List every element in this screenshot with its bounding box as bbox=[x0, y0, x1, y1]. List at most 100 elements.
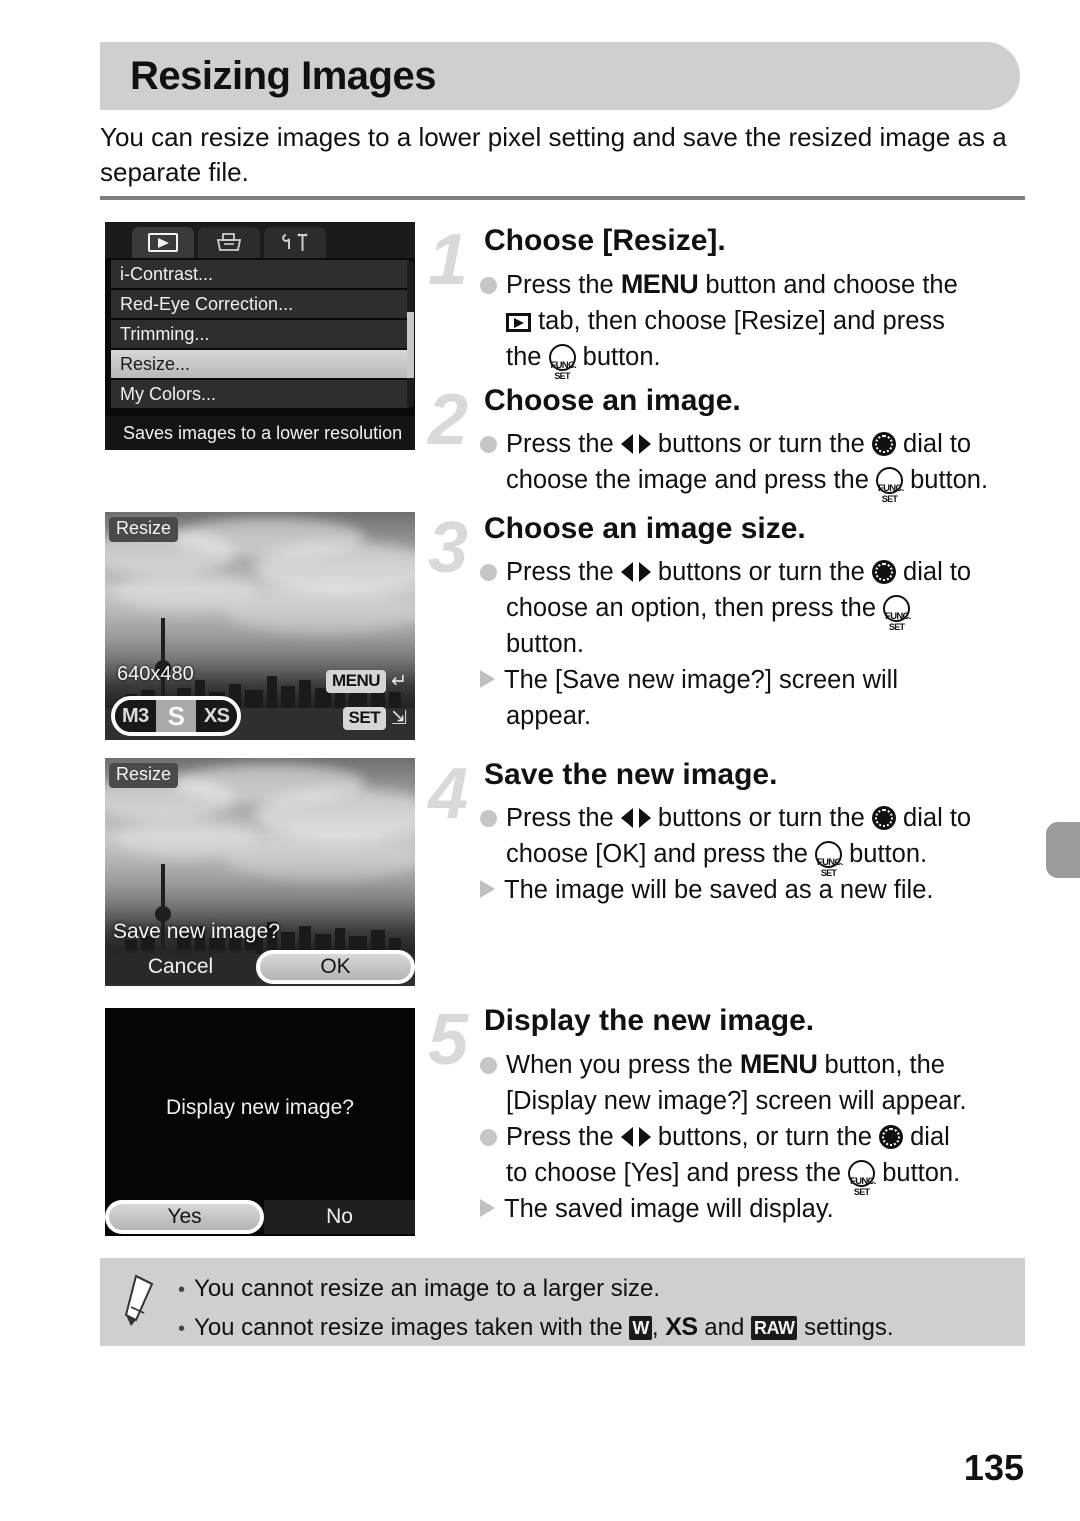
playback-tab[interactable] bbox=[132, 227, 194, 258]
play-icon bbox=[148, 233, 178, 252]
set-hint-badge: SET ⇲ bbox=[342, 707, 407, 730]
step-number-4: 4 bbox=[428, 754, 469, 834]
settings-tab[interactable] bbox=[264, 227, 326, 258]
chapter-thumb-tab bbox=[1046, 822, 1080, 878]
func-set-button-icon: FUNC. SET bbox=[815, 841, 843, 878]
camera-screen-menu: i-Contrast... Red-Eye Correction... Trim… bbox=[105, 222, 415, 450]
bullet-dot-icon bbox=[480, 810, 497, 827]
step-line: choose the image and press the FUNC. SET … bbox=[506, 466, 989, 504]
step-number-5: 5 bbox=[428, 1000, 469, 1080]
bullet-triangle-icon bbox=[480, 880, 495, 898]
step-body-5: When you press the MENU button, the [Disp… bbox=[480, 1046, 967, 1227]
return-arrow-icon: ↵ bbox=[391, 671, 407, 692]
step-heading-3: Choose an image size. bbox=[484, 512, 806, 545]
resize-badge: Resize bbox=[109, 763, 179, 788]
save-question: Save new image? bbox=[113, 920, 280, 943]
step-line: The image will be saved as a new file. bbox=[480, 872, 971, 908]
step-body-4: Press the buttons or turn the dial to cho… bbox=[480, 800, 971, 908]
size-option-s[interactable]: S bbox=[155, 700, 197, 732]
xs-setting-icon: XS bbox=[665, 1313, 698, 1341]
page-number: 135 bbox=[963, 1447, 1024, 1488]
save-dialog: Save new image? Cancel OK bbox=[105, 920, 415, 986]
func-set-button-icon: FUNC. SET bbox=[848, 1160, 876, 1197]
menu-item-my-colors[interactable]: My Colors... bbox=[111, 380, 409, 408]
step-body-1: Press the MENU button and choose the tab… bbox=[480, 266, 958, 381]
step-line: tab, then choose [Resize] and press bbox=[480, 303, 958, 339]
size-option-m3[interactable]: M3 bbox=[115, 700, 156, 732]
wrench-hammer-icon bbox=[282, 233, 308, 251]
menu-item-resize[interactable]: Resize... bbox=[111, 350, 409, 378]
bullet-triangle-icon bbox=[480, 670, 495, 688]
step-heading-2: Choose an image. bbox=[484, 384, 741, 417]
step-line: choose an option, then press the FUNC. SE… bbox=[506, 594, 911, 632]
step-line: to choose [Yes] and press the FUNC. SET b… bbox=[506, 1159, 961, 1197]
step-line: The [Save new image?] screen will bbox=[480, 662, 971, 698]
step-line: Press the buttons or turn the dial to bbox=[480, 554, 971, 590]
playback-tab-icon bbox=[506, 313, 531, 332]
control-dial-icon bbox=[871, 806, 896, 830]
step-line: Press the buttons or turn the dial to bbox=[480, 426, 988, 462]
printer-icon bbox=[216, 232, 242, 251]
menu-key-label: MENU bbox=[326, 670, 387, 693]
menu-scrollbar[interactable] bbox=[407, 262, 414, 407]
bullet-dot-icon bbox=[480, 436, 497, 453]
raw-setting-icon: RAW bbox=[750, 1316, 798, 1340]
step-heading-4: Save the new image. bbox=[484, 758, 778, 791]
display-button-row: Yes No bbox=[105, 1200, 415, 1234]
menu-item-i-contrast[interactable]: i-Contrast... bbox=[111, 260, 409, 288]
cancel-button[interactable]: Cancel bbox=[105, 950, 256, 984]
page-title: Resizing Images bbox=[130, 53, 436, 98]
step-line: Press the buttons, or turn the dial bbox=[480, 1119, 967, 1155]
camera-screen-display-new-image: Display new image? Yes No bbox=[105, 1008, 415, 1236]
note-item: You cannot resize an image to a larger s… bbox=[178, 1270, 1015, 1309]
bullet-dot-icon bbox=[480, 277, 497, 294]
step-line: choose [OK] and press the FUNC. SET butto… bbox=[506, 840, 928, 878]
header-divider bbox=[100, 196, 1025, 200]
step-line: the FUNC. SET button. bbox=[506, 343, 661, 381]
resize-badge: Resize bbox=[109, 517, 179, 542]
left-right-buttons-icon bbox=[620, 561, 651, 583]
size-option-group[interactable]: M3 S XS bbox=[111, 696, 241, 736]
w-setting-icon: W bbox=[629, 1316, 652, 1340]
step-line: The saved image will display. bbox=[480, 1191, 967, 1227]
menu-item-trimming[interactable]: Trimming... bbox=[111, 320, 409, 348]
ok-button[interactable]: OK bbox=[256, 950, 415, 984]
step-number-1: 1 bbox=[428, 220, 469, 300]
step-line: Press the MENU button and choose the bbox=[480, 266, 958, 303]
left-right-buttons-icon bbox=[620, 807, 651, 829]
size-option-xs[interactable]: XS bbox=[196, 700, 237, 732]
bullet-dot-icon bbox=[480, 564, 497, 581]
yes-button[interactable]: Yes bbox=[105, 1200, 264, 1234]
page-title-banner: Resizing Images bbox=[100, 42, 1020, 110]
menu-item-list: i-Contrast... Red-Eye Correction... Trim… bbox=[111, 260, 409, 410]
note-item: You cannot resize images taken with the … bbox=[178, 1309, 1015, 1348]
menu-button-icon: MENU bbox=[739, 1049, 818, 1079]
menu-hint-badge: MENU ↵ bbox=[326, 670, 407, 693]
step-heading-1: Choose [Resize]. bbox=[484, 224, 726, 257]
save-button-row: Cancel OK bbox=[105, 950, 415, 984]
menu-button-icon: MENU bbox=[620, 269, 699, 299]
camera-screen-save-new-image: Resize Save new image? Cancel OK bbox=[105, 758, 415, 986]
step-body-3: Press the buttons or turn the dial to cho… bbox=[480, 554, 971, 734]
menu-item-red-eye-correction[interactable]: Red-Eye Correction... bbox=[111, 290, 409, 318]
control-dial-icon bbox=[879, 1125, 904, 1149]
step-line: [Display new image?] screen will appear. bbox=[506, 1087, 967, 1115]
step-heading-5: Display the new image. bbox=[484, 1004, 815, 1037]
camera-screen-choose-size: Resize 640x480 M3 S XS MENU ↵ SET ⇲ bbox=[105, 512, 415, 740]
note-box: You cannot resize an image to a larger s… bbox=[100, 1258, 1025, 1346]
display-question: Display new image? bbox=[166, 1096, 354, 1119]
menu-tab-bar bbox=[105, 222, 415, 258]
print-tab[interactable] bbox=[198, 227, 260, 258]
step-body-2: Press the buttons or turn the dial to cho… bbox=[480, 426, 989, 504]
func-set-button-icon: FUNC. SET bbox=[876, 467, 904, 504]
no-button[interactable]: No bbox=[264, 1200, 415, 1234]
step-line: Press the buttons or turn the dial to bbox=[480, 800, 971, 836]
control-dial-icon bbox=[871, 560, 896, 584]
step-line: appear. bbox=[506, 702, 592, 730]
pencil-icon bbox=[124, 1274, 154, 1326]
bullet-triangle-icon bbox=[480, 1199, 495, 1217]
step-number-3: 3 bbox=[428, 508, 469, 588]
bullet-dot-icon bbox=[480, 1129, 497, 1146]
next-screen-icon: ⇲ bbox=[391, 708, 407, 729]
step-line: When you press the MENU button, the bbox=[480, 1046, 967, 1083]
